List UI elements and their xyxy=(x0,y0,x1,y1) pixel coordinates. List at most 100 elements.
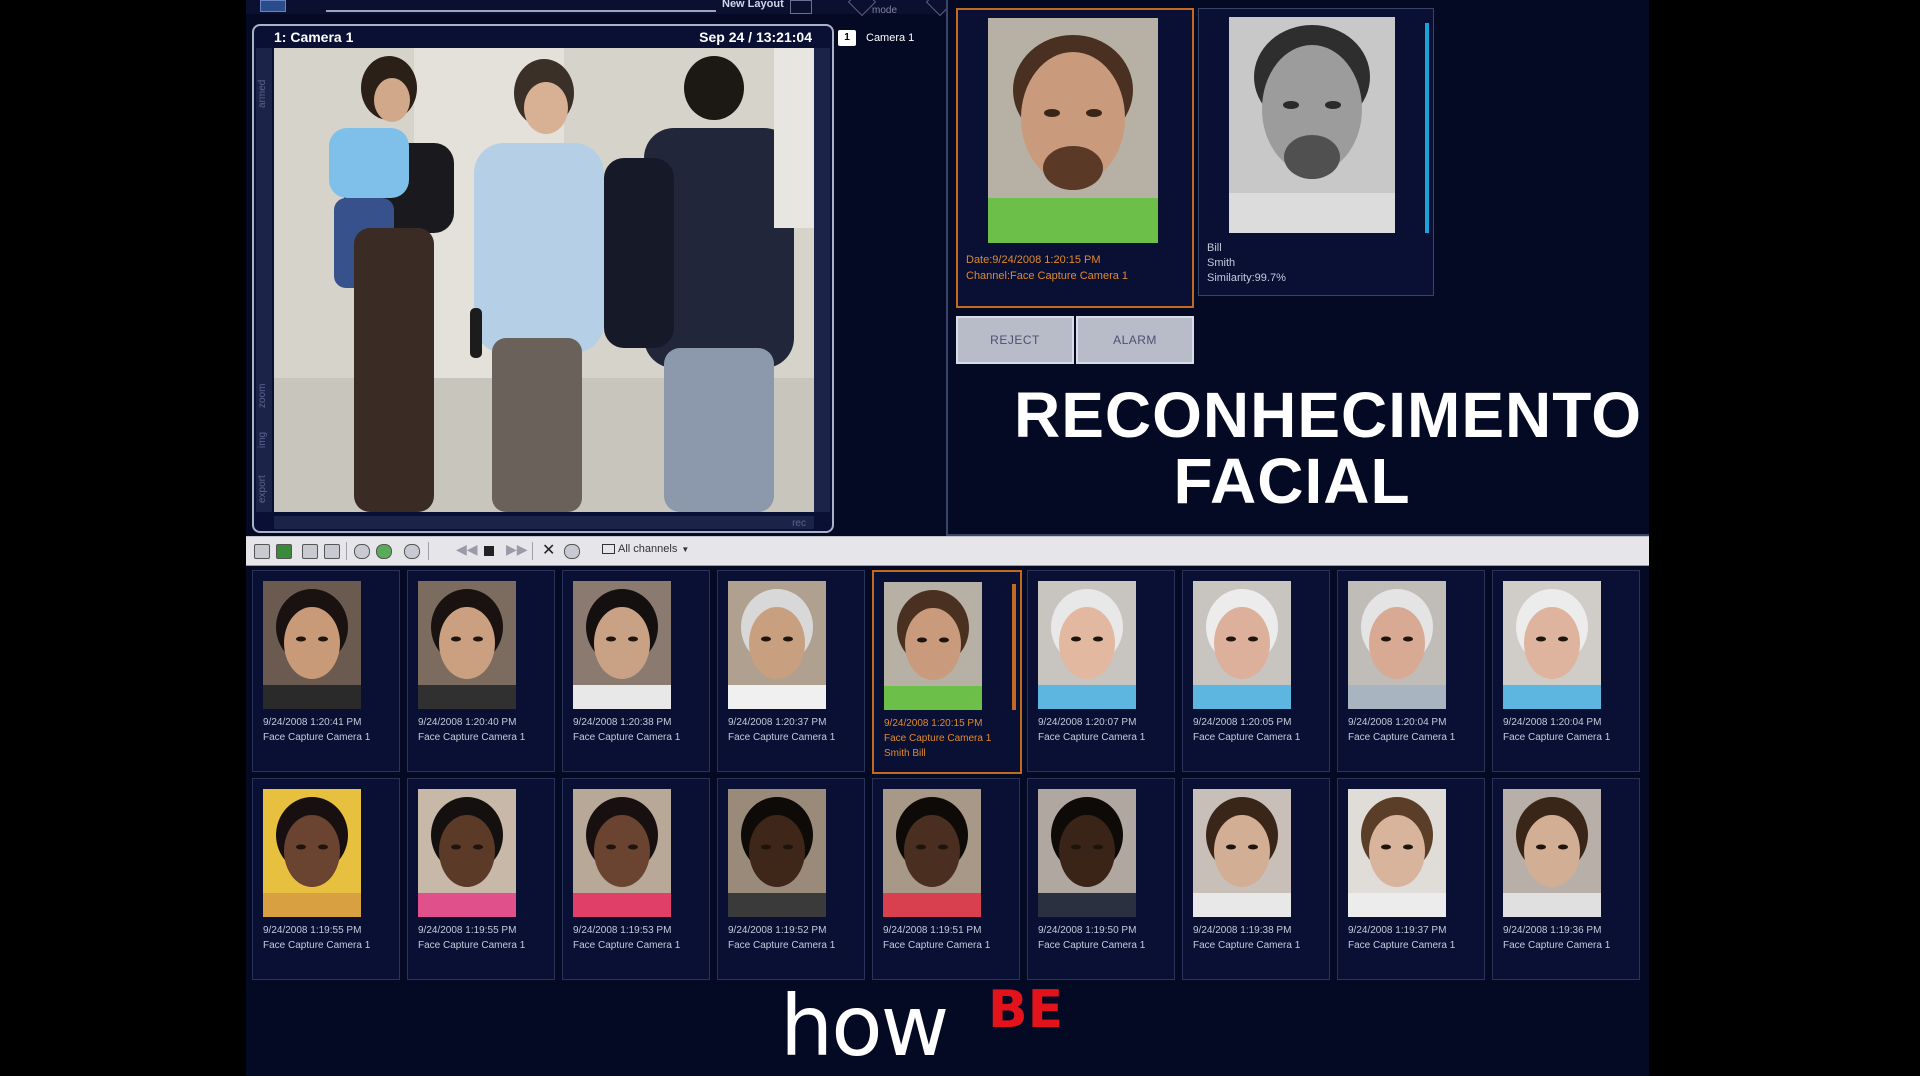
face-thumbnail-image xyxy=(1348,581,1446,709)
side-label-img[interactable]: img xyxy=(257,432,268,448)
thumbnail-channel: Face Capture Camera 1 xyxy=(263,732,371,743)
face-thumbnail[interactable]: 9/24/2008 1:19:53 PM Face Capture Camera … xyxy=(562,778,710,980)
thumbnail-channel: Face Capture Camera 1 xyxy=(1038,732,1146,743)
face-thumbnail-image xyxy=(263,581,361,709)
thumbnail-time: 9/24/2008 1:19:55 PM xyxy=(418,925,517,936)
face-thumbnail-image xyxy=(883,789,981,917)
face-thumbnail[interactable]: 9/24/2008 1:20:41 PM Face Capture Camera … xyxy=(252,570,400,772)
channels-dropdown[interactable]: All channels ▼ xyxy=(602,543,689,555)
alarm-button[interactable]: ALARM xyxy=(1076,316,1194,364)
layout-label[interactable]: New Layout xyxy=(722,0,784,10)
toolbar-separator xyxy=(532,542,533,560)
camera-number-badge: 1 xyxy=(838,30,856,46)
logo-text-main: how xyxy=(780,977,949,1075)
face-thumbnail[interactable]: 9/24/2008 1:19:55 PM Face Capture Camera … xyxy=(407,778,555,980)
face-icon[interactable] xyxy=(354,544,370,559)
face-thumbnail[interactable]: 9/24/2008 1:19:36 PM Face Capture Camera … xyxy=(1492,778,1640,980)
camera-list-label: Camera 1 xyxy=(866,32,915,44)
face-thumbnail[interactable]: 9/24/2008 1:19:50 PM Face Capture Camera … xyxy=(1027,778,1175,980)
side-label-zoom[interactable]: zoom xyxy=(257,384,268,408)
face-thumbnail[interactable]: 9/24/2008 1:20:04 PM Face Capture Camera … xyxy=(1492,570,1640,772)
thumbnail-channel: Face Capture Camera 1 xyxy=(418,732,526,743)
channels-label: All channels xyxy=(618,543,678,555)
face-thumbnail-image xyxy=(1038,581,1136,709)
similarity-bar xyxy=(1425,23,1429,233)
top-menu-button[interactable] xyxy=(260,0,286,12)
face-thumbnail[interactable]: 9/24/2008 1:20:05 PM Face Capture Camera … xyxy=(1182,570,1330,772)
face-thumbnail-image xyxy=(1193,789,1291,917)
face-thumbnail-image xyxy=(1348,789,1446,917)
clear-icon[interactable]: ✕ xyxy=(542,540,555,560)
match-first-name: Bill xyxy=(1207,242,1222,254)
camera-video-feed[interactable] xyxy=(274,48,814,512)
rewind-icon[interactable]: ◀◀ xyxy=(456,541,478,558)
face-thumbnail[interactable]: 9/24/2008 1:20:07 PM Face Capture Camera … xyxy=(1027,570,1175,772)
face-thumbnail-image xyxy=(728,789,826,917)
copy-icon[interactable] xyxy=(302,544,318,559)
camera-panel: 1: Camera 1 Sep 24 / 13:21:04 armed zoom… xyxy=(252,24,834,533)
face-thumbnail[interactable]: 9/24/2008 1:20:40 PM Face Capture Camera … xyxy=(407,570,555,772)
face-thumbnail-image xyxy=(884,582,982,710)
face-thumbnail-meta: 9/24/2008 1:19:36 PM Face Capture Camera … xyxy=(1503,923,1610,953)
save-icon[interactable] xyxy=(276,544,292,559)
rec-label[interactable]: rec xyxy=(792,518,806,529)
database-match-card: Bill Smith Similarity:99.7% xyxy=(1198,8,1434,296)
thumbnail-time: 9/24/2008 1:20:05 PM xyxy=(1193,717,1292,728)
thumbnail-channel: Face Capture Camera 1 xyxy=(1038,940,1146,951)
thumbnail-time: 9/24/2008 1:19:53 PM xyxy=(573,925,672,936)
face-thumbnail[interactable]: 9/24/2008 1:20:15 PM Face Capture Camera … xyxy=(872,570,1022,774)
thumbnail-time: 9/24/2008 1:20:15 PM xyxy=(884,718,983,729)
face-search-icon[interactable] xyxy=(404,544,420,559)
face-thumbnail[interactable]: 9/24/2008 1:20:37 PM Face Capture Camera … xyxy=(717,570,865,772)
side-label-export[interactable]: export xyxy=(257,475,268,503)
face-add-icon[interactable] xyxy=(376,544,392,559)
stop-icon[interactable] xyxy=(484,546,494,556)
thumbnail-channel: Face Capture Camera 1 xyxy=(1193,732,1301,743)
thumbnail-channel: Face Capture Camera 1 xyxy=(883,940,991,951)
open-folder-icon[interactable] xyxy=(254,544,270,559)
face-thumbnail-meta: 9/24/2008 1:19:53 PM Face Capture Camera … xyxy=(573,923,680,953)
face-thumbnail[interactable]: 9/24/2008 1:19:38 PM Face Capture Camera … xyxy=(1182,778,1330,980)
export-icon[interactable] xyxy=(324,544,340,559)
headline-line-2: FACIAL xyxy=(1173,445,1411,517)
face-thumbnail-image xyxy=(728,581,826,709)
reject-button[interactable]: REJECT xyxy=(956,316,1074,364)
face-thumbnail[interactable]: 9/24/2008 1:19:51 PM Face Capture Camera … xyxy=(872,778,1020,980)
fast-forward-icon[interactable]: ▶▶ xyxy=(506,541,528,558)
captured-face-image xyxy=(988,18,1158,243)
camera-list-item[interactable]: 1 Camera 1 xyxy=(838,30,914,46)
face-thumbnail-meta: 9/24/2008 1:19:52 PM Face Capture Camera … xyxy=(728,923,835,953)
database-face-image xyxy=(1229,17,1395,233)
thumbnail-channel: Face Capture Camera 1 xyxy=(728,940,836,951)
face-thumbnail-meta: 9/24/2008 1:20:15 PM Face Capture Camera … xyxy=(884,716,991,761)
thumbnail-time: 9/24/2008 1:19:50 PM xyxy=(1038,925,1137,936)
layout-dropdown[interactable] xyxy=(790,0,812,14)
filter-icon[interactable] xyxy=(564,544,580,559)
camera-datetime: Sep 24 / 13:21:04 xyxy=(699,29,812,45)
face-thumbnail[interactable]: 9/24/2008 1:19:52 PM Face Capture Camera … xyxy=(717,778,865,980)
logo-text-accent: BE xyxy=(988,980,1064,1040)
app-screen: New Layout mode 1: Camera 1 Sep 24 / 13:… xyxy=(246,0,1649,1076)
thumbnail-channel: Face Capture Camera 1 xyxy=(1193,940,1301,951)
thumbnail-time: 9/24/2008 1:19:38 PM xyxy=(1193,925,1292,936)
thumbnail-channel: Face Capture Camera 1 xyxy=(728,732,836,743)
match-similarity: Similarity:99.7% xyxy=(1207,272,1286,284)
camera-scene-image xyxy=(274,48,814,512)
camera-icon xyxy=(602,544,615,555)
face-thumbnail-image xyxy=(573,789,671,917)
mode-label: mode xyxy=(872,5,898,16)
camera-side-toolbar: armed zoom img export xyxy=(256,48,272,512)
face-thumbnail[interactable]: 9/24/2008 1:19:55 PM Face Capture Camera … xyxy=(252,778,400,980)
face-thumbnail[interactable]: 9/24/2008 1:20:04 PM Face Capture Camera … xyxy=(1337,570,1485,772)
captured-date: Date:9/24/2008 1:20:15 PM xyxy=(966,254,1101,266)
thumbnail-time: 9/24/2008 1:20:04 PM xyxy=(1348,717,1447,728)
face-thumbnail-image xyxy=(263,789,361,917)
thumbnail-channel: Face Capture Camera 1 xyxy=(418,940,526,951)
face-thumbnail[interactable]: 9/24/2008 1:20:38 PM Face Capture Camera … xyxy=(562,570,710,772)
thumbnail-time: 9/24/2008 1:19:36 PM xyxy=(1503,925,1602,936)
thumbnail-time: 9/24/2008 1:19:52 PM xyxy=(728,925,827,936)
thumbnail-time: 9/24/2008 1:19:55 PM xyxy=(263,925,362,936)
toolbar-separator xyxy=(428,542,429,560)
side-label-armed[interactable]: armed xyxy=(257,80,268,108)
face-thumbnail[interactable]: 9/24/2008 1:19:37 PM Face Capture Camera … xyxy=(1337,778,1485,980)
